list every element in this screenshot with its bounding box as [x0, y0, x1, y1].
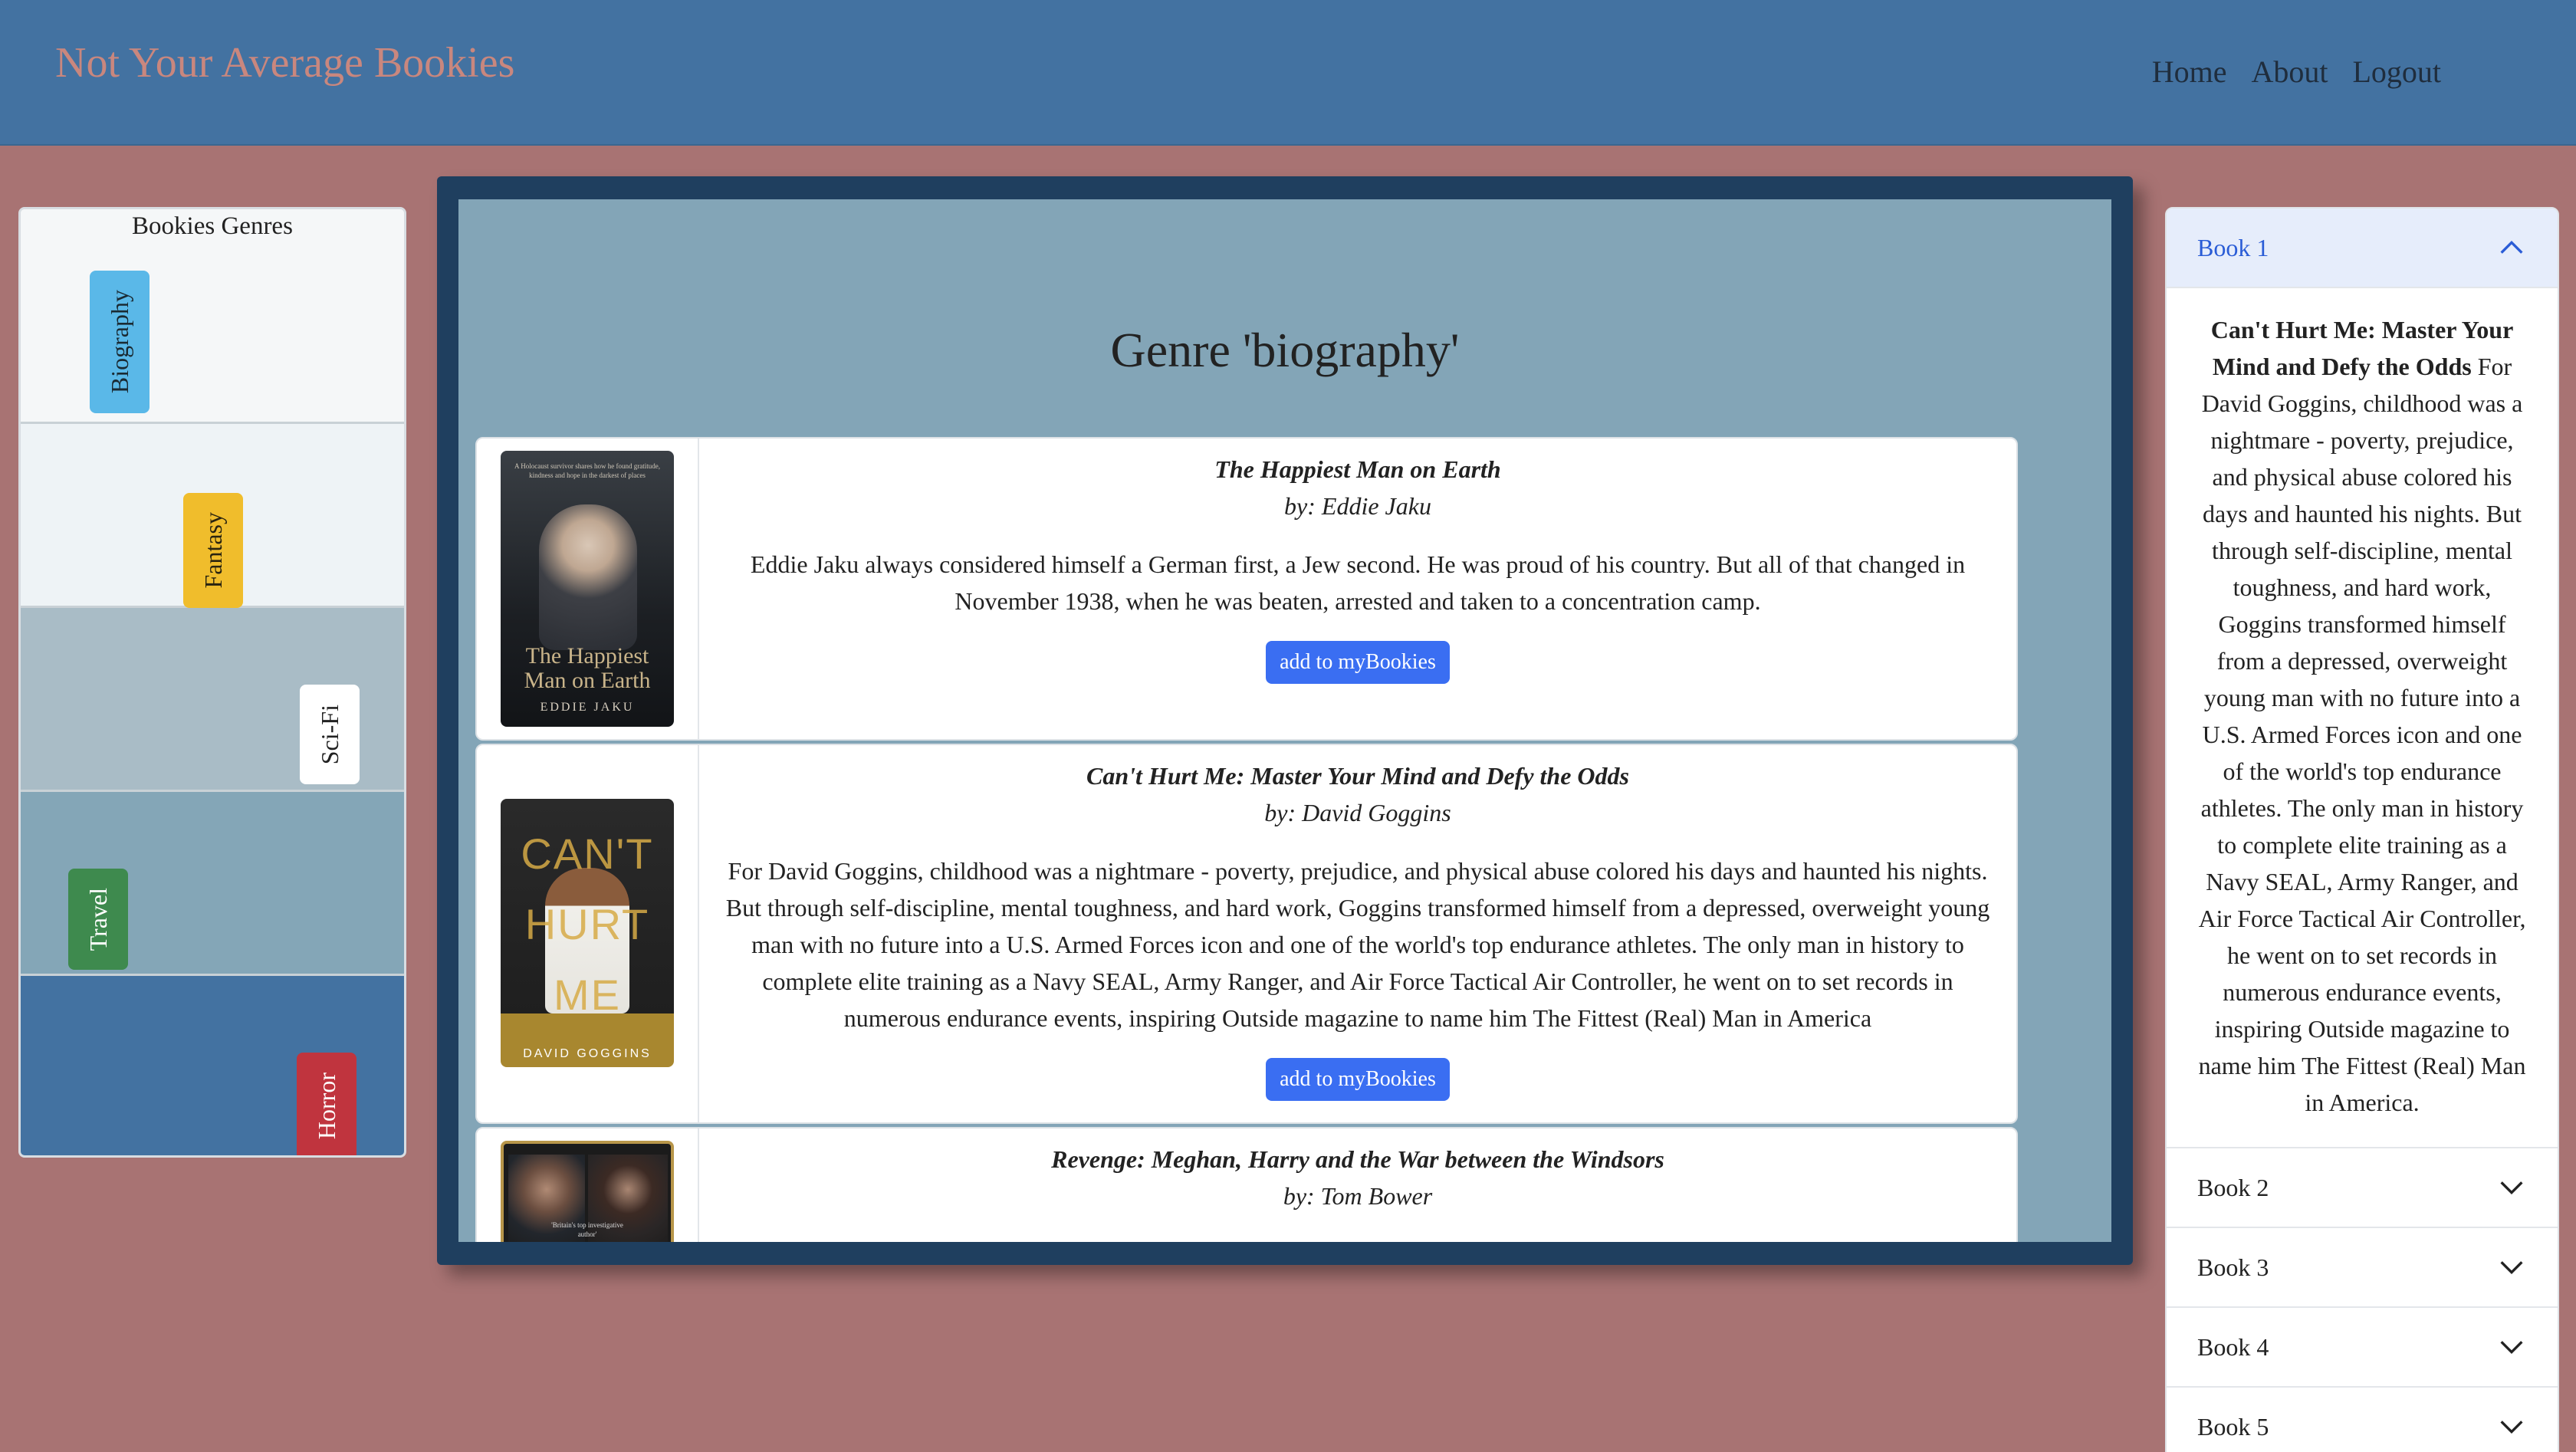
accordion-header-book-2[interactable]: Book 2 — [2167, 1148, 2558, 1228]
chevron-down-icon — [2500, 1181, 2523, 1195]
cover-title: The Happiest Man on Earth — [524, 643, 651, 693]
accordion-header-book-1[interactable]: Book 1 — [2167, 209, 2558, 288]
cover-cell: A Holocaust survivor shares how he found… — [477, 439, 699, 739]
cover-cell: 'Britain's top investigative author' — [477, 1128, 699, 1242]
cover-author: EDDIE JAKU — [540, 701, 635, 714]
cover-portrait — [539, 504, 637, 650]
cover-author: DAVID GOGGINS — [523, 1047, 652, 1060]
brand-title[interactable]: Not Your Average Bookies — [55, 38, 514, 87]
genre-tab-horror[interactable]: Horror — [297, 1053, 356, 1155]
book-accordion: Book 1 Can't Hurt Me: Master Your Mind a… — [2165, 207, 2559, 1452]
accordion-body-title: Can't Hurt Me: Master Your Mind and Defy… — [2210, 316, 2514, 380]
genre-shelf — [21, 209, 404, 424]
book-cover[interactable]: A Holocaust survivor shares how he found… — [501, 451, 674, 727]
book-author: by: Tom Bower — [1283, 1182, 1433, 1210]
nav-about-link[interactable]: About — [2251, 54, 2328, 90]
book-title: Can't Hurt Me: Master Your Mind and Defy… — [1086, 762, 1629, 790]
cover-title: CAN'T HURT ME — [521, 829, 654, 1019]
genre-tab-label: Travel — [84, 887, 112, 951]
cover-tagline: A Holocaust survivor shares how he found… — [514, 462, 660, 479]
nav-logout-link[interactable]: Logout — [2352, 54, 2441, 90]
genre-tab-fantasy[interactable]: Fantasy — [183, 493, 243, 608]
accordion-header-book-4[interactable]: Book 4 — [2167, 1308, 2558, 1388]
accordion-body-text: For David Goggins, childhood was a night… — [2198, 353, 2526, 1116]
genre-tab-biography[interactable]: Biography — [90, 271, 150, 413]
cover-cell: CAN'T HURT ME DAVID GOGGINS — [477, 745, 699, 1122]
genres-panel: Bookies Genres Biography Fantasy Sci-Fi … — [18, 207, 406, 1158]
genre-tab-label: Fantasy — [199, 512, 227, 589]
nav-home-link[interactable]: Home — [2152, 54, 2227, 90]
book-card: CAN'T HURT ME DAVID GOGGINS Can't Hurt M… — [475, 744, 2018, 1124]
genre-tab-scifi[interactable]: Sci-Fi — [300, 685, 360, 784]
book-cover[interactable]: 'Britain's top investigative author' — [501, 1141, 674, 1242]
book-card: A Holocaust survivor shares how he found… — [475, 437, 2018, 741]
genres-title: Bookies Genres — [132, 212, 293, 240]
book-content: Revenge: Meghan, Harry and the War betwe… — [699, 1128, 2016, 1242]
book-content: Can't Hurt Me: Master Your Mind and Defy… — [699, 745, 2016, 1122]
accordion-label: Book 2 — [2197, 1173, 2269, 1201]
book-cover[interactable]: CAN'T HURT ME DAVID GOGGINS — [501, 799, 674, 1067]
chevron-down-icon — [2500, 1341, 2523, 1355]
accordion-label: Book 1 — [2197, 233, 2269, 261]
accordion-body-book-1: Can't Hurt Me: Master Your Mind and Defy… — [2167, 288, 2558, 1148]
book-title: The Happiest Man on Earth — [1214, 455, 1501, 483]
chevron-down-icon — [2500, 1261, 2523, 1275]
genre-heading: Genre 'biography' — [1110, 323, 1460, 377]
accordion-header-book-3[interactable]: Book 3 — [2167, 1228, 2558, 1308]
genre-tab-label: Sci-Fi — [315, 704, 343, 765]
add-to-mybookies-button[interactable]: add to myBookies — [1266, 1058, 1450, 1101]
chevron-down-icon — [2500, 1421, 2523, 1434]
accordion-header-book-5[interactable]: Book 5 — [2167, 1388, 2558, 1452]
book-card: 'Britain's top investigative author' Rev… — [475, 1127, 2018, 1242]
genre-tab-label: Biography — [105, 290, 133, 394]
accordion-label: Book 4 — [2197, 1332, 2269, 1361]
book-description: Eddie Jaku always considered himself a G… — [750, 550, 1966, 615]
chevron-up-icon — [2500, 240, 2523, 254]
cover-quote: 'Britain's top investigative author' — [551, 1221, 623, 1238]
book-board: Genre 'biography' A Holocaust survivor s… — [437, 176, 2133, 1265]
book-list-container[interactable]: Genre 'biography' A Holocaust survivor s… — [458, 199, 2111, 1242]
accordion-label: Book 3 — [2197, 1253, 2269, 1281]
book-description: For David Goggins, childhood was a night… — [725, 857, 1990, 1032]
genre-tab-travel[interactable]: Travel — [68, 869, 128, 970]
nav-links: Home About Logout — [2152, 54, 2441, 90]
book-author: by: David Goggins — [1264, 799, 1451, 826]
book-author: by: Eddie Jaku — [1284, 492, 1431, 520]
accordion-label: Book 5 — [2197, 1412, 2269, 1441]
add-to-mybookies-button[interactable]: add to myBookies — [1266, 641, 1450, 684]
genre-tab-label: Horror — [312, 1073, 340, 1140]
book-content: The Happiest Man on Earth by: Eddie Jaku… — [699, 439, 2016, 739]
navbar: Not Your Average Bookies Home About Logo… — [0, 0, 2576, 146]
book-title: Revenge: Meghan, Harry and the War betwe… — [1051, 1145, 1664, 1173]
